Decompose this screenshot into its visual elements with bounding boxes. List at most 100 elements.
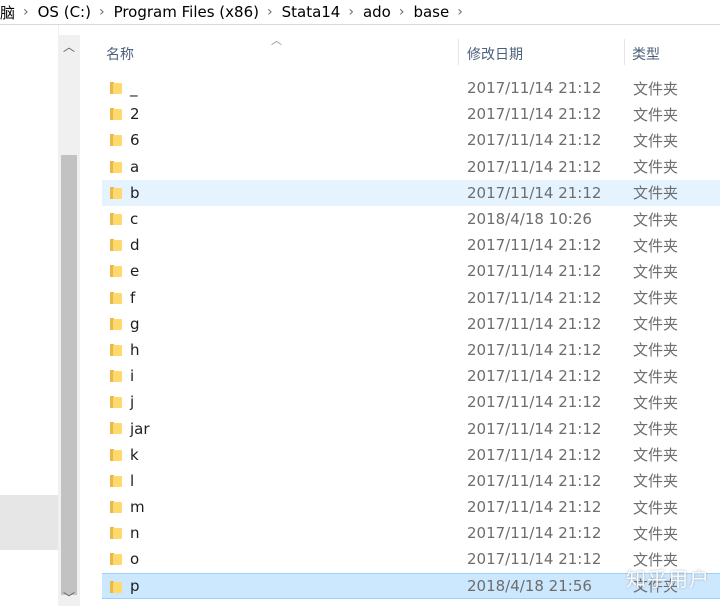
file-row[interactable]: a 2017/11/14 21:12 文件夹: [102, 154, 720, 180]
file-type: 文件夹: [633, 446, 679, 465]
file-name[interactable]: jar: [130, 420, 150, 438]
folder-icon: [110, 396, 122, 409]
breadcrumb-item[interactable]: 脑: [0, 2, 17, 23]
file-modified-date: 2017/11/14 21:12: [467, 367, 602, 386]
breadcrumb-item[interactable]: Program Files (x86): [114, 3, 261, 21]
breadcrumb-item[interactable]: OS (C:): [38, 3, 93, 21]
file-modified-date: 2018/4/18 21:56: [467, 576, 592, 595]
file-modified-date: 2017/11/14 21:12: [467, 157, 602, 176]
file-type: 文件夹: [633, 236, 679, 255]
folder-icon: [110, 474, 122, 487]
file-row[interactable]: n 2017/11/14 21:12 文件夹: [102, 520, 720, 546]
folder-icon: [110, 239, 122, 252]
column-header-name[interactable]: 名称: [106, 44, 134, 64]
file-modified-date: 2017/11/14 21:12: [467, 314, 602, 333]
file-type: 文件夹: [633, 289, 679, 308]
folder-icon: [110, 370, 122, 383]
file-name[interactable]: h: [130, 341, 140, 359]
file-name[interactable]: j: [130, 393, 134, 411]
file-row[interactable]: j 2017/11/14 21:12 文件夹: [102, 389, 720, 415]
scroll-thumb[interactable]: [61, 155, 77, 595]
file-name[interactable]: f: [130, 289, 135, 307]
file-row[interactable]: h 2017/11/14 21:12 文件夹: [102, 337, 720, 363]
file-row[interactable]: f 2017/11/14 21:12 文件夹: [102, 285, 720, 311]
file-row[interactable]: l 2017/11/14 21:12 文件夹: [102, 468, 720, 494]
file-type: 文件夹: [633, 367, 679, 386]
file-name[interactable]: a: [130, 158, 139, 176]
file-type: 文件夹: [633, 158, 679, 177]
chevron-down-icon[interactable]: ﹀: [58, 586, 80, 608]
file-modified-date: 2017/11/14 21:12: [467, 79, 602, 98]
folder-icon: [110, 186, 122, 199]
file-name[interactable]: p: [130, 577, 140, 595]
file-type: 文件夹: [633, 341, 679, 360]
file-row[interactable]: i 2017/11/14 21:12 文件夹: [102, 363, 720, 389]
file-row[interactable]: c 2018/4/18 10:26 文件夹: [102, 206, 720, 232]
file-row[interactable]: e 2017/11/14 21:12 文件夹: [102, 258, 720, 284]
file-name[interactable]: o: [130, 550, 139, 568]
file-type: 文件夹: [633, 315, 679, 334]
file-row[interactable]: d 2017/11/14 21:12 文件夹: [102, 232, 720, 258]
nav-selected-item[interactable]: [0, 495, 58, 550]
file-modified-date: 2017/11/14 21:12: [467, 262, 602, 281]
watermark: 知乎用户: [626, 567, 710, 591]
chevron-right-icon[interactable]: ›: [17, 4, 38, 20]
chevron-right-icon[interactable]: ›: [451, 4, 472, 20]
breadcrumb: 脑 › OS (C:) › Program Files (x86) › Stat…: [0, 0, 720, 25]
chevron-right-icon[interactable]: ›: [342, 4, 363, 20]
file-row[interactable]: k 2017/11/14 21:12 文件夹: [102, 442, 720, 468]
file-modified-date: 2017/11/14 21:12: [467, 550, 602, 569]
file-row[interactable]: m 2017/11/14 21:12 文件夹: [102, 494, 720, 520]
file-name[interactable]: e: [130, 262, 139, 280]
file-type: 文件夹: [633, 262, 679, 281]
chevron-up-icon[interactable]: ︿: [58, 35, 80, 57]
breadcrumb-item[interactable]: ado: [363, 3, 393, 21]
file-modified-date: 2017/11/14 21:12: [467, 498, 602, 517]
file-modified-date: 2017/11/14 21:12: [467, 183, 602, 202]
file-modified-date: 2017/11/14 21:12: [467, 419, 602, 438]
file-type: 文件夹: [633, 472, 679, 491]
file-type: 文件夹: [633, 184, 679, 203]
file-row[interactable]: _ 2017/11/14 21:12 文件夹: [102, 75, 720, 101]
file-row[interactable]: b 2017/11/14 21:12 文件夹: [102, 179, 720, 206]
file-type: 文件夹: [633, 393, 679, 412]
chevron-right-icon[interactable]: ›: [261, 4, 282, 20]
vertical-scrollbar[interactable]: ︿ ﹀: [58, 35, 80, 606]
file-row[interactable]: g 2017/11/14 21:12 文件夹: [102, 311, 720, 337]
file-name[interactable]: i: [130, 367, 134, 385]
file-type: 文件夹: [633, 105, 679, 124]
file-name[interactable]: m: [130, 498, 145, 516]
chevron-right-icon[interactable]: ›: [393, 4, 414, 20]
column-header-date[interactable]: 修改日期: [467, 44, 523, 64]
file-modified-date: 2018/4/18 10:26: [467, 210, 592, 229]
column-divider[interactable]: [458, 39, 459, 65]
folder-icon: [110, 160, 122, 173]
file-row[interactable]: 6 2017/11/14 21:12 文件夹: [102, 127, 720, 153]
file-name[interactable]: g: [130, 315, 140, 333]
chevron-right-icon[interactable]: ›: [93, 4, 114, 20]
file-name[interactable]: k: [130, 446, 139, 464]
folder-icon: [110, 343, 122, 356]
folder-icon: [110, 82, 122, 94]
file-type: 文件夹: [633, 131, 679, 150]
column-divider[interactable]: [624, 39, 625, 65]
file-modified-date: 2017/11/14 21:12: [467, 340, 602, 359]
file-name[interactable]: d: [130, 236, 140, 254]
file-modified-date: 2017/11/14 21:12: [467, 131, 602, 150]
file-row[interactable]: 2 2017/11/14 21:12 文件夹: [102, 101, 720, 127]
file-name[interactable]: _: [130, 79, 138, 97]
breadcrumb-item[interactable]: base: [413, 3, 451, 21]
file-name[interactable]: c: [130, 210, 138, 228]
file-name[interactable]: 6: [130, 131, 140, 149]
column-header-type[interactable]: 类型: [632, 44, 660, 64]
folder-icon: [110, 291, 122, 304]
file-name[interactable]: 2: [130, 105, 140, 123]
file-modified-date: 2017/11/14 21:12: [467, 524, 602, 543]
folder-icon: [110, 108, 122, 121]
file-name[interactable]: n: [130, 524, 140, 542]
file-type: 文件夹: [633, 524, 679, 543]
file-name[interactable]: l: [130, 472, 134, 490]
file-name[interactable]: b: [130, 184, 140, 202]
file-row[interactable]: jar 2017/11/14 21:12 文件夹: [102, 415, 720, 441]
breadcrumb-item[interactable]: Stata14: [282, 3, 343, 21]
